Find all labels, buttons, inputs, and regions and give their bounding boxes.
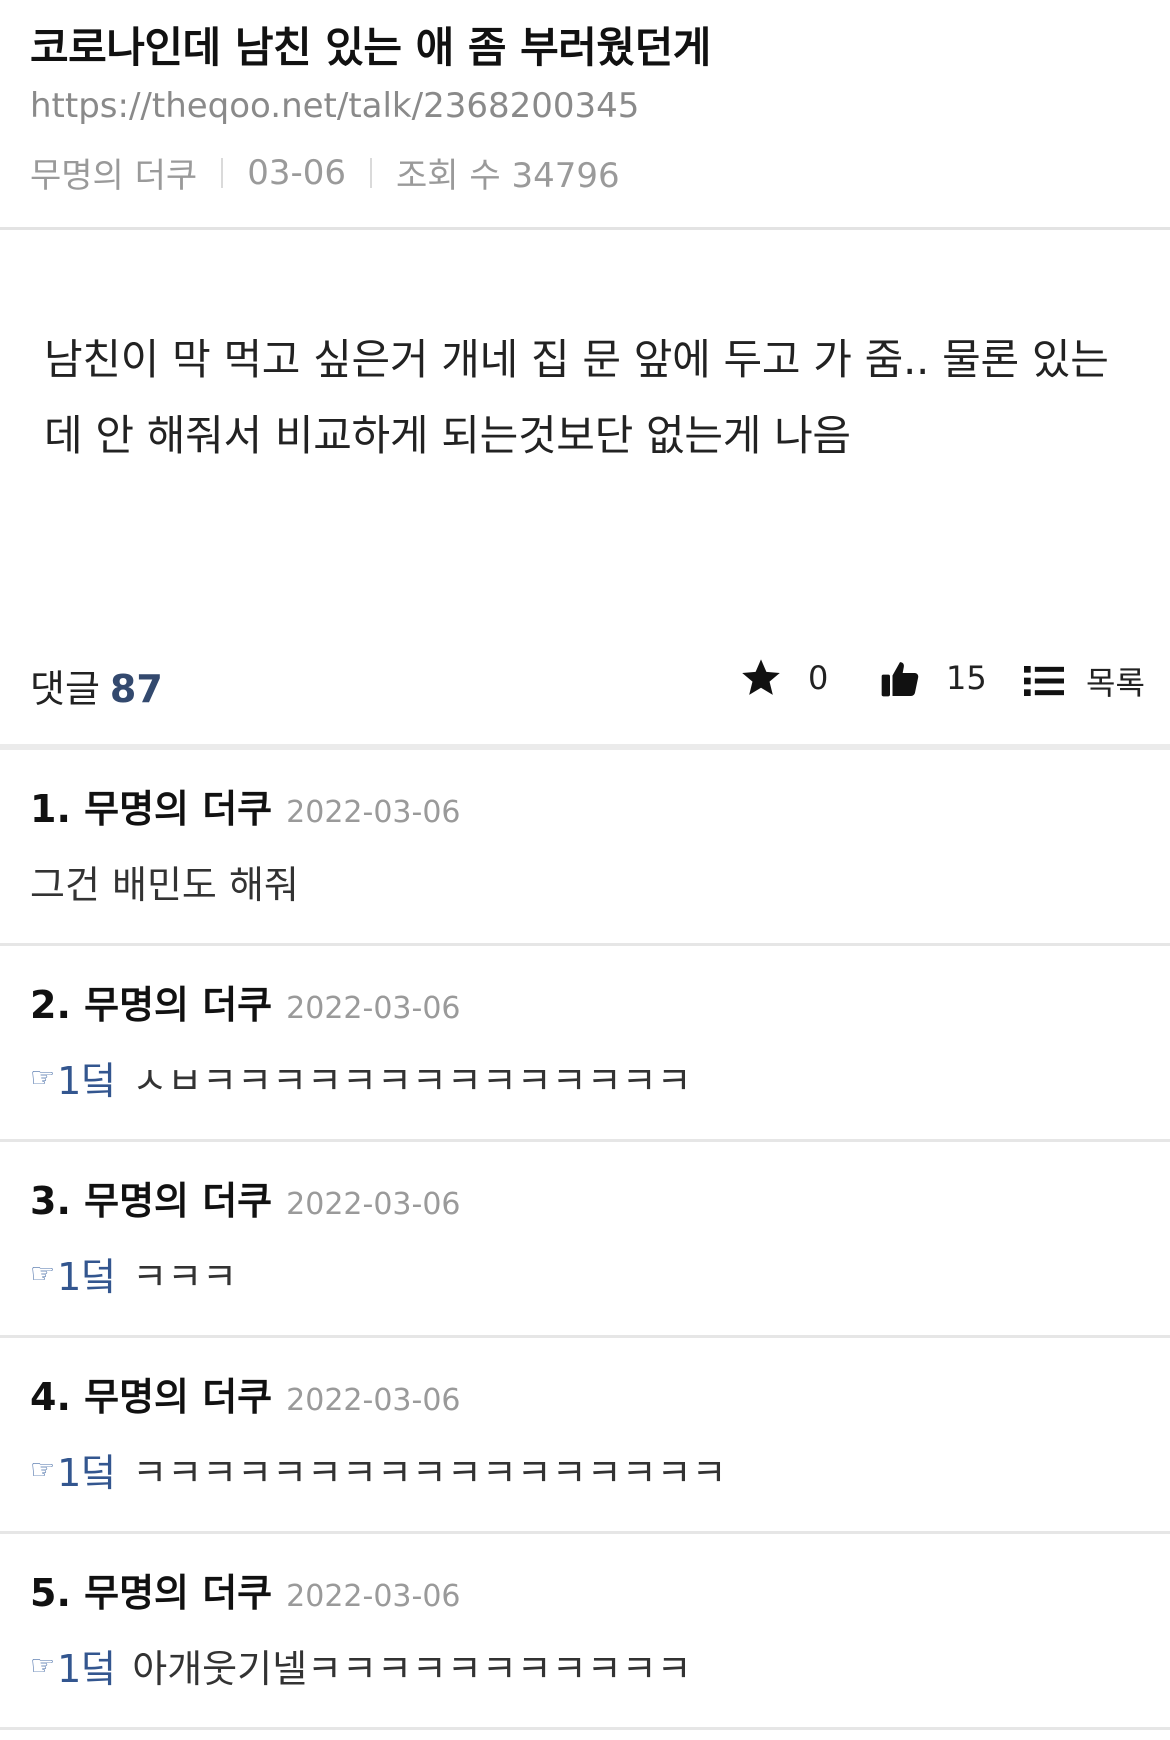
meta-divider: [370, 157, 373, 188]
comment-item: 5. 무명의 더쿠 2022-03-06 ☞ 1덬 아개웃기넬ㅋㅋㅋㅋㅋㅋㅋㅋㅋㅋ…: [0, 1534, 1170, 1730]
comment-header: 3. 무명의 더쿠 2022-03-06: [30, 1170, 461, 1225]
post-title: 코로나인데 남친 있는 애 좀 부러웠던게: [30, 23, 711, 72]
comment-body: ☞ 1덬 아개웃기넬ㅋㅋㅋㅋㅋㅋㅋㅋㅋㅋㅋ: [30, 1638, 692, 1693]
comment-body: ☞ 1덬 ㅋㅋㅋ: [30, 1246, 237, 1301]
reply-target: 1덬: [57, 1255, 117, 1299]
reply-target: 1덬: [57, 1059, 117, 1103]
comment-date: 2022-03-06: [286, 1579, 461, 1614]
comment-author[interactable]: 1. 무명의 더쿠: [30, 778, 272, 833]
comment-text: ㅋㅋㅋㅋㅋㅋㅋㅋㅋㅋㅋㅋㅋㅋㅋㅋㅋ: [132, 1451, 727, 1495]
list-button[interactable]: 목록: [1024, 658, 1145, 704]
list-label: 목록: [1086, 664, 1145, 702]
comment-author[interactable]: 5. 무명의 더쿠: [30, 1562, 272, 1617]
comment-date: 2022-03-06: [286, 1383, 461, 1418]
comment-date: 2022-03-06: [286, 1187, 461, 1222]
comment-author[interactable]: 3. 무명의 더쿠: [30, 1170, 272, 1225]
comment-author[interactable]: 4. 무명의 더쿠: [30, 1366, 272, 1421]
favorite-count: 0: [808, 659, 829, 697]
reply-link[interactable]: ☞ 1덬: [30, 1442, 116, 1497]
post-date: 03-06: [247, 152, 347, 193]
comment-text: 그건 배민도 해줘: [30, 863, 299, 907]
comment-list: 1. 무명의 더쿠 2022-03-06 그건 배민도 해줘 2. 무명의 더쿠…: [0, 750, 1170, 1730]
post-author[interactable]: 무명의 더쿠: [30, 148, 197, 197]
post-views: 조회 수 34796: [396, 156, 620, 196]
comment-header: 5. 무명의 더쿠 2022-03-06: [30, 1562, 461, 1617]
like-count: 15: [946, 659, 987, 697]
comment-text: ㅅㅂㅋㅋㅋㅋㅋㅋㅋㅋㅋㅋㅋㅋㅋㅋ: [132, 1059, 692, 1103]
reply-target: 1덬: [57, 1647, 117, 1691]
list-icon: [1024, 664, 1064, 698]
comment-count[interactable]: 댓글 87: [30, 658, 163, 713]
post-url[interactable]: https://theqoo.net/talk/2368200345: [30, 86, 639, 126]
thumbs-up-icon: [880, 658, 920, 698]
comment-label: 댓글: [30, 667, 100, 711]
comment-date: 2022-03-06: [286, 795, 461, 830]
reply-link[interactable]: ☞ 1덬: [30, 1638, 116, 1693]
pointing-hand-icon: ☞: [30, 1453, 56, 1486]
comment-header: 1. 무명의 더쿠 2022-03-06: [30, 778, 461, 833]
reply-target: 1덬: [57, 1451, 117, 1495]
comment-author[interactable]: 2. 무명의 더쿠: [30, 974, 272, 1029]
star-icon: [740, 658, 782, 698]
comment-item: 3. 무명의 더쿠 2022-03-06 ☞ 1덬 ㅋㅋㅋ: [0, 1142, 1170, 1338]
favorite-button[interactable]: 0: [740, 658, 828, 698]
comment-header: 4. 무명의 더쿠 2022-03-06: [30, 1366, 461, 1421]
action-bar: 댓글 87 0 15 목록: [0, 630, 1170, 750]
comment-date: 2022-03-06: [286, 991, 461, 1026]
pointing-hand-icon: ☞: [30, 1257, 56, 1290]
reply-link[interactable]: ☞ 1덬: [30, 1246, 116, 1301]
comment-body: ☞ 1덬 ㅋㅋㅋㅋㅋㅋㅋㅋㅋㅋㅋㅋㅋㅋㅋㅋㅋ: [30, 1442, 727, 1497]
like-button[interactable]: 15: [880, 658, 987, 698]
pointing-hand-icon: ☞: [30, 1649, 56, 1682]
comment-item: 1. 무명의 더쿠 2022-03-06 그건 배민도 해줘: [0, 750, 1170, 946]
comment-item: 2. 무명의 더쿠 2022-03-06 ☞ 1덬 ㅅㅂㅋㅋㅋㅋㅋㅋㅋㅋㅋㅋㅋㅋㅋ…: [0, 946, 1170, 1142]
pointing-hand-icon: ☞: [30, 1061, 56, 1094]
meta-divider: [221, 157, 224, 188]
reply-link[interactable]: ☞ 1덬: [30, 1050, 116, 1105]
comment-body: ☞ 1덬 ㅅㅂㅋㅋㅋㅋㅋㅋㅋㅋㅋㅋㅋㅋㅋㅋ: [30, 1050, 692, 1105]
comment-text: ㅋㅋㅋ: [132, 1255, 238, 1299]
post-header: 코로나인데 남친 있는 애 좀 부러웠던게 https://theqoo.net…: [0, 0, 1170, 230]
post-body: 남친이 막 먹고 싶은거 개네 집 문 앞에 두고 가 줌.. 물론 있는데 안…: [44, 335, 1109, 460]
comment-body: 그건 배민도 해줘: [30, 854, 299, 909]
comment-text: 아개웃기넬ㅋㅋㅋㅋㅋㅋㅋㅋㅋㅋㅋ: [132, 1647, 692, 1691]
comment-header: 2. 무명의 더쿠 2022-03-06: [30, 974, 461, 1029]
comment-count-value: 87: [109, 667, 163, 711]
comment-item: 4. 무명의 더쿠 2022-03-06 ☞ 1덬 ㅋㅋㅋㅋㅋㅋㅋㅋㅋㅋㅋㅋㅋㅋㅋ…: [0, 1338, 1170, 1534]
post-meta: 무명의 더쿠 03-06 조회 수 34796: [30, 148, 620, 197]
